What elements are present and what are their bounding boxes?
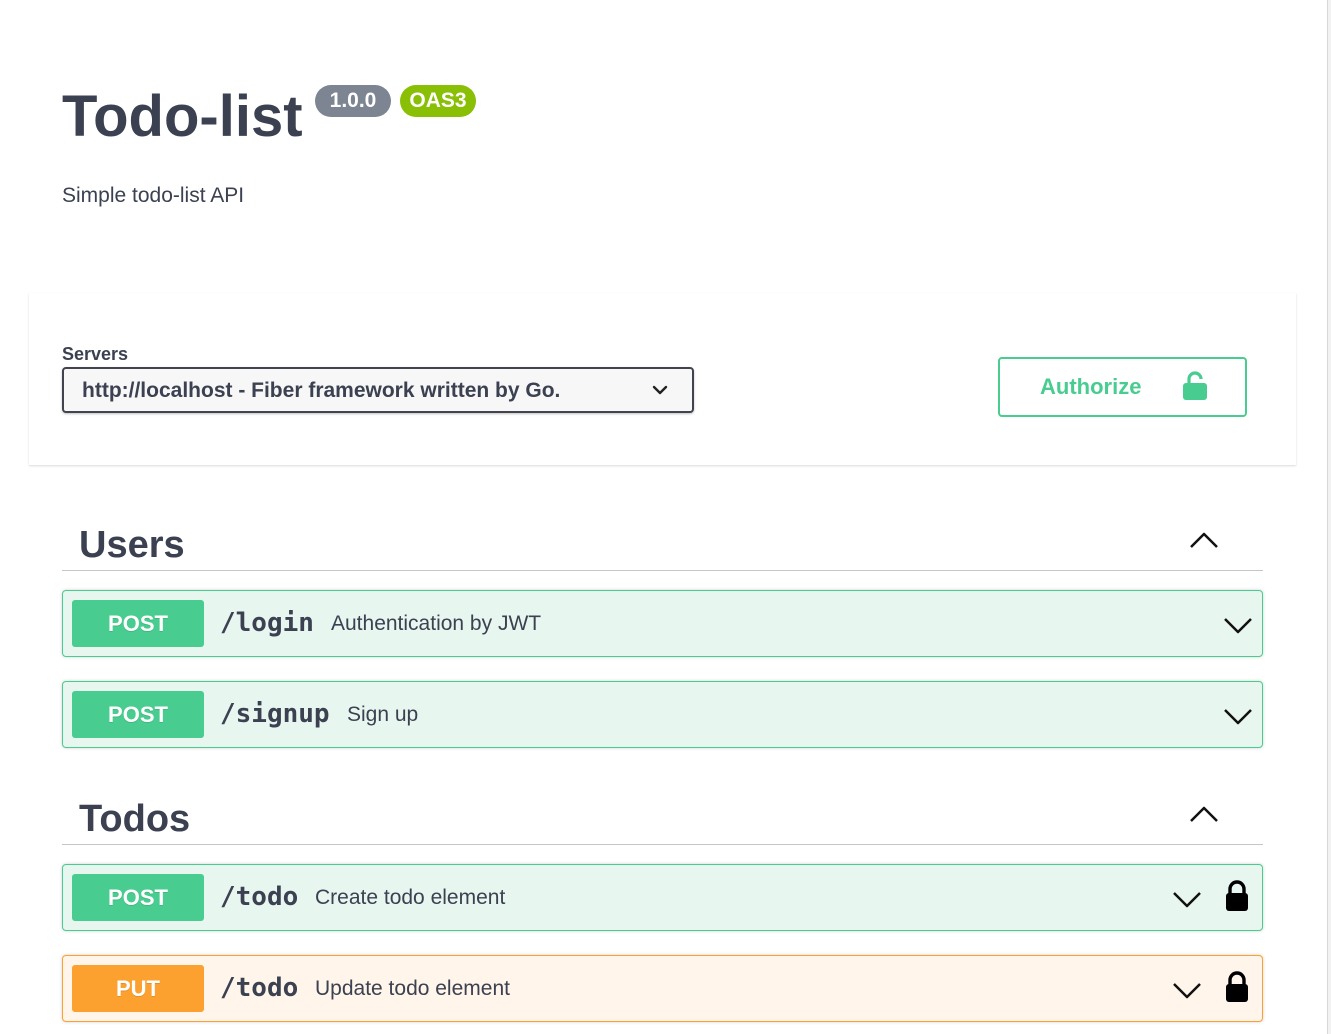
servers-select[interactable]: http://localhost - Fiber framework writt… <box>62 367 694 413</box>
unlocked-lock-icon <box>1183 371 1207 400</box>
operation-path: /signup <box>220 699 330 729</box>
method-badge-post: POST <box>72 691 204 738</box>
window-scrollbar-edge <box>1327 0 1331 1034</box>
operation-summary: Create todo element <box>315 886 506 909</box>
tag-title-users: Users <box>79 524 185 566</box>
operation-post-login[interactable]: POST /login Authentication by JWT <box>62 590 1263 657</box>
tag-header-users[interactable]: Users <box>62 510 1263 571</box>
api-title: Todo-list <box>62 84 303 149</box>
locked-lock-icon[interactable] <box>1225 880 1249 912</box>
locked-lock-icon[interactable] <box>1225 971 1249 1003</box>
operation-summary: Update todo element <box>315 977 510 1000</box>
operation-summary: Sign up <box>347 703 419 726</box>
operation-post-todo[interactable]: POST /todo Create todo element <box>62 864 1263 931</box>
operation-path: /todo <box>220 882 299 912</box>
operation-path: /login <box>220 608 314 638</box>
tag-title-todos: Todos <box>79 798 191 840</box>
chevron-down-icon[interactable] <box>1223 706 1253 726</box>
authorize-label: Authorize <box>1040 374 1142 399</box>
chevron-down-icon[interactable] <box>1172 980 1202 1000</box>
version-badge: 1.0.0 <box>315 85 391 117</box>
method-badge-post: POST <box>72 600 204 647</box>
authorize-button[interactable]: Authorize <box>998 357 1247 417</box>
tag-header-todos[interactable]: Todos <box>62 784 1263 845</box>
operation-path: /todo <box>220 973 299 1003</box>
chevron-down-icon <box>652 385 668 395</box>
chevron-down-icon[interactable] <box>1172 889 1202 909</box>
operation-summary: Authentication by JWT <box>331 612 542 635</box>
operation-put-todo[interactable]: PUT /todo Update todo element <box>62 955 1263 1022</box>
operation-post-signup[interactable]: POST /signup Sign up <box>62 681 1263 748</box>
chevron-down-icon[interactable] <box>1223 615 1253 635</box>
servers-label: Servers <box>62 344 129 364</box>
method-badge-put: PUT <box>72 965 204 1012</box>
oas-badge: OAS3 <box>400 85 476 117</box>
servers-select-value: http://localhost - Fiber framework writt… <box>82 379 561 402</box>
chevron-up-icon[interactable] <box>1188 804 1220 824</box>
api-description: Simple todo-list API <box>62 184 245 207</box>
method-badge-post: POST <box>72 874 204 921</box>
chevron-up-icon[interactable] <box>1188 530 1220 550</box>
